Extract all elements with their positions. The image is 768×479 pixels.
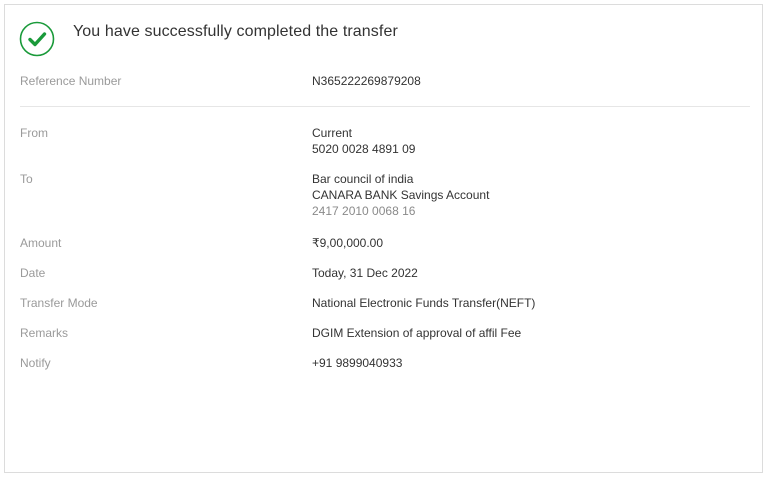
reference-number-label: Reference Number xyxy=(20,74,122,88)
amount-label: Amount xyxy=(20,236,62,250)
to-payee-name: Bar council of india xyxy=(312,172,414,186)
notify-value: +91 9899040933 xyxy=(312,356,403,370)
transfer-mode-value: National Electronic Funds Transfer(NEFT) xyxy=(312,296,536,310)
notify-label: Notify xyxy=(20,356,51,370)
to-label: To xyxy=(20,172,33,186)
from-label: From xyxy=(20,126,48,140)
success-message: You have successfully completed the tran… xyxy=(73,23,398,40)
date-label: Date xyxy=(20,266,46,280)
amount-value: ₹9,00,000.00 xyxy=(312,236,384,250)
success-header: You have successfully completed the tran… xyxy=(19,21,398,57)
transfer-mode-label: Transfer Mode xyxy=(20,296,98,310)
reference-number-value: N365222269879208 xyxy=(312,74,421,88)
date-value: Today, 31 Dec 2022 xyxy=(312,266,418,280)
transfer-confirmation-card: You have successfully completed the tran… xyxy=(4,4,763,473)
remarks-label: Remarks xyxy=(20,326,69,340)
from-account-number: 5020 0028 4891 09 xyxy=(312,142,416,156)
remarks-value: DGIM Extension of approval of affil Fee xyxy=(312,326,522,340)
divider xyxy=(20,106,750,107)
from-value: Current 5020 0028 4891 09 xyxy=(312,125,415,157)
to-bank-account: CANARA BANK Savings Account xyxy=(312,188,490,202)
to-account-number: 2417 2010 0068 16 xyxy=(312,204,416,218)
to-value: Bar council of india CANARA BANK Savings… xyxy=(312,171,489,219)
from-account-type: Current xyxy=(312,126,353,140)
check-circle-icon xyxy=(19,21,55,57)
